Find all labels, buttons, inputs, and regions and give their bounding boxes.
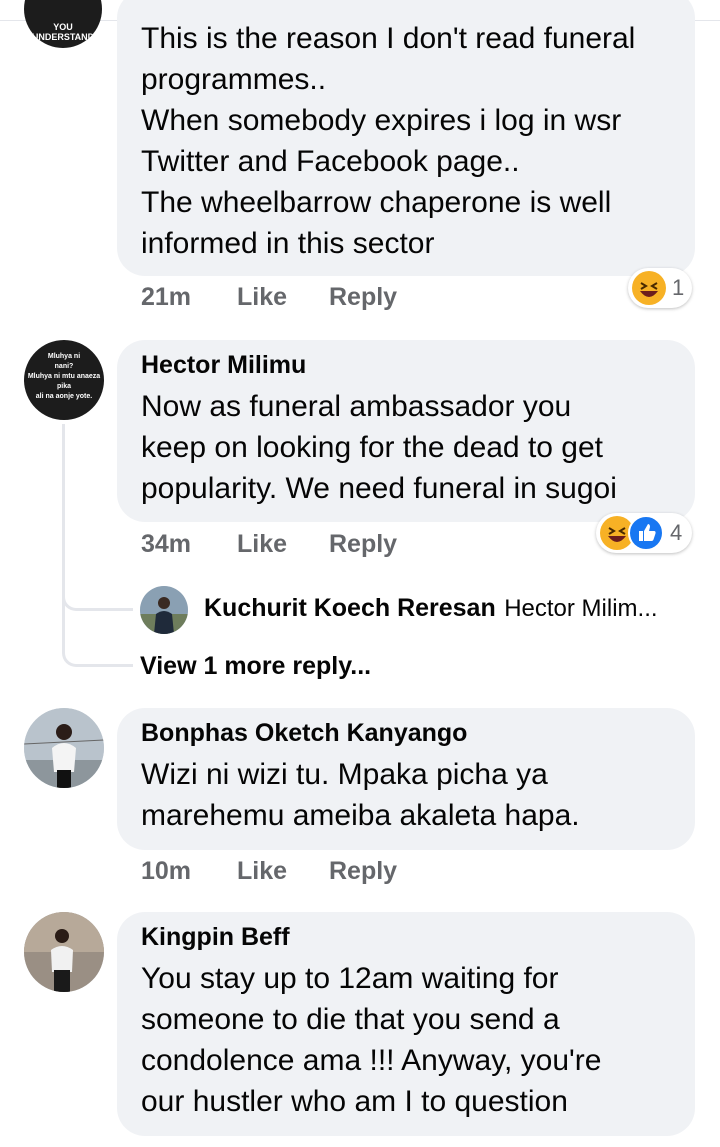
comment-text: Wizi ni wizi tu. Mpaka picha ya marehemu… xyxy=(141,758,580,832)
reply-snippet: Hector Milim... xyxy=(504,595,658,622)
comment-time[interactable]: 21m xyxy=(141,283,237,312)
avatar-caption: YOU UNDERSTAND xyxy=(31,22,95,42)
haha-emoji-icon xyxy=(632,271,666,305)
comment-author[interactable]: Kingpin Beff xyxy=(141,922,675,952)
avatar[interactable] xyxy=(24,912,104,992)
reaction-summary[interactable]: 1 xyxy=(628,268,692,308)
thread-connector xyxy=(62,580,133,611)
comment-bubble[interactable]: Bonphas Oketch Kanyango Wizi ni wizi tu.… xyxy=(117,708,695,850)
comment-actions: 21m Like Reply xyxy=(141,283,397,312)
like-button[interactable]: Like xyxy=(237,857,329,886)
comment-actions: 10m Like Reply xyxy=(141,857,397,886)
reply-button[interactable]: Reply xyxy=(329,530,397,559)
comment-bubble[interactable]: Kingpin Beff You stay up to 12am waiting… xyxy=(117,912,695,1136)
avatar[interactable]: YOU UNDERSTAND xyxy=(24,0,102,48)
reply-button[interactable]: Reply xyxy=(329,857,397,886)
comment-time[interactable]: 10m xyxy=(141,857,237,886)
reply-author[interactable]: Kuchurit Koech Reresan xyxy=(204,594,496,622)
reaction-count: 1 xyxy=(672,275,685,300)
comment-bubble[interactable]: This is the reason I don't read funeral … xyxy=(117,0,695,276)
like-button[interactable]: Like xyxy=(237,530,329,559)
reply-preview[interactable]: Kuchurit Koech Reresan Hector Milim... xyxy=(204,594,694,623)
avatar-text: Mluhya ni nani? Mluhya ni mtu anaeza pik… xyxy=(27,353,101,400)
comment-actions: 34m Like Reply xyxy=(141,530,397,559)
avatar[interactable]: Mluhya ni nani? Mluhya ni mtu anaeza pik… xyxy=(24,340,104,420)
comment-author[interactable]: Bonphas Oketch Kanyango xyxy=(141,718,675,748)
comment-text: Now as funeral ambassador you keep on lo… xyxy=(141,390,617,505)
like-reaction-icon xyxy=(628,515,664,551)
comment-text: You stay up to 12am waiting for someone … xyxy=(141,962,602,1118)
comment-text: This is the reason I don't read funeral … xyxy=(141,22,636,260)
reaction-summary[interactable]: 4 xyxy=(596,513,692,553)
thread-connector xyxy=(62,640,133,667)
view-more-replies-link[interactable]: View 1 more reply... xyxy=(140,652,371,681)
reaction-count: 4 xyxy=(670,520,683,545)
comment-time[interactable]: 34m xyxy=(141,530,237,559)
thread-line xyxy=(62,424,65,646)
reply-button[interactable]: Reply xyxy=(329,283,397,312)
comment-author[interactable]: Hector Milimu xyxy=(141,350,675,380)
reply-avatar[interactable] xyxy=(140,586,188,634)
comment-bubble[interactable]: Hector Milimu Now as funeral ambassador … xyxy=(117,340,695,522)
avatar[interactable] xyxy=(24,708,104,788)
like-button[interactable]: Like xyxy=(237,283,329,312)
